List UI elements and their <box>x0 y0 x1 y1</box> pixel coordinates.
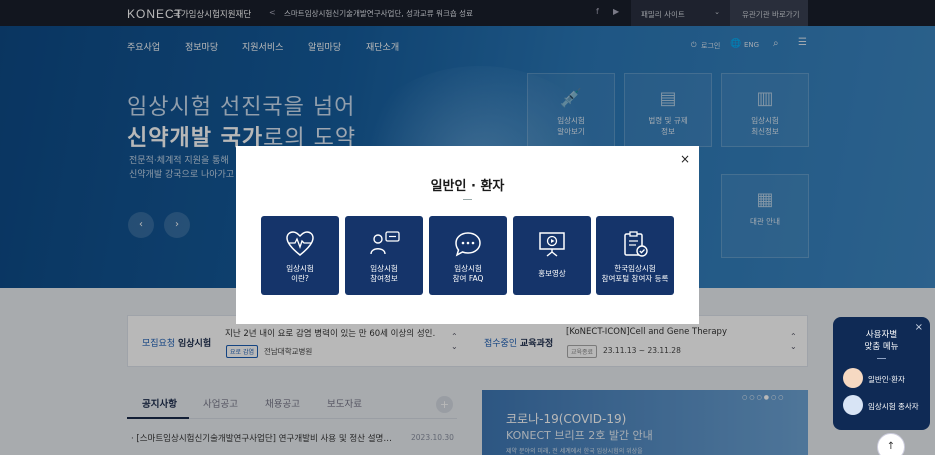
avatar <box>843 368 863 388</box>
card-label: 이란? <box>291 274 309 283</box>
close-icon[interactable]: × <box>680 152 690 166</box>
card-faq[interactable]: 임상시험 참여 FAQ <box>429 216 507 295</box>
card-label: 홍보영상 <box>538 269 566 278</box>
user-menu-item-worker[interactable]: 임상시험 종사자 <box>843 395 928 415</box>
card-label: 한국임상시험 <box>614 264 656 273</box>
divider <box>877 358 886 359</box>
user-menu-item-label: 임상시험 종사자 <box>868 402 919 411</box>
avatar <box>843 395 863 415</box>
card-portal-register[interactable]: 한국임상시험 참여포털 참여자 등록 <box>596 216 674 295</box>
user-menu-title: 사용자별 맞춤 메뉴 <box>833 329 930 353</box>
card-promo-video[interactable]: 홍보영상 <box>513 216 591 295</box>
card-what-is-trial[interactable]: 임상시험 이란? <box>261 216 339 295</box>
modal-title-divider <box>463 199 472 200</box>
chat-bubble-icon <box>455 232 481 257</box>
people-chat-icon <box>370 231 400 255</box>
user-menu-item-label: 일반인·환자 <box>868 375 905 384</box>
heart-pulse-icon <box>286 231 314 256</box>
card-participation-info[interactable]: 임상시험 참여정보 <box>345 216 423 295</box>
card-label: 참여포털 참여자 등록 <box>601 274 669 283</box>
card-label: 임상시험 <box>370 264 398 273</box>
video-screen-icon <box>539 232 565 257</box>
modal-title: 일반인 · 환자 <box>430 179 505 194</box>
scroll-top-button[interactable]: ↑ <box>877 433 905 455</box>
user-menu-title-line2: 맞춤 메뉴 <box>864 342 899 352</box>
card-label: 임상시험 <box>286 264 314 273</box>
user-menu-item-public[interactable]: 일반인·환자 <box>843 368 928 388</box>
card-label: 참여정보 <box>370 274 398 283</box>
public-patient-modal: × 일반인 · 환자 임상시험 이란? 임상시험 참여정보 임상시험 참여 FAQ <box>236 146 699 324</box>
user-menu-panel: × 사용자별 맞춤 메뉴 일반인·환자 임상시험 종사자 <box>833 317 930 430</box>
clipboard-check-icon <box>624 231 648 257</box>
card-label: 임상시험 <box>454 264 482 273</box>
user-menu-title-line1: 사용자별 <box>865 330 898 340</box>
card-label: 참여 FAQ <box>452 274 484 283</box>
